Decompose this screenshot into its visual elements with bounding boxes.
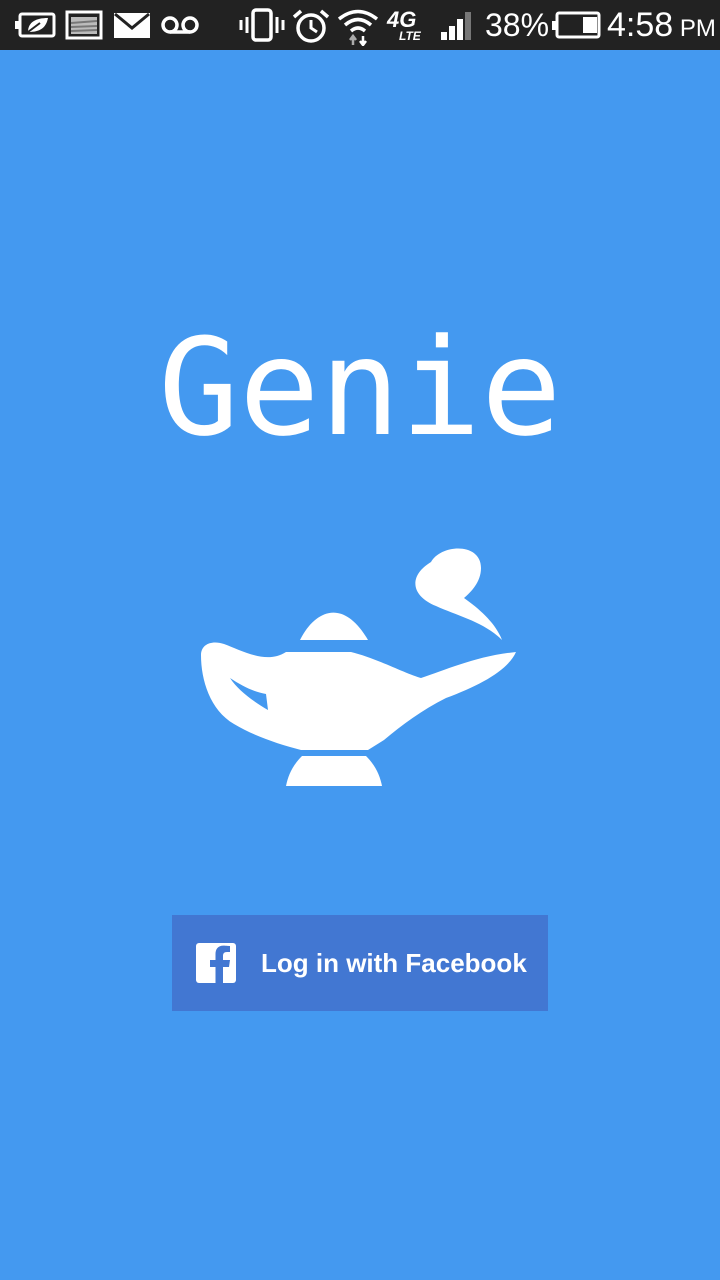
battery-saver-icon: [14, 8, 58, 42]
clock-ampm: PM: [673, 15, 716, 42]
status-bar: 4G LTE 38% 4:58 PM: [0, 0, 720, 50]
wifi-icon: [337, 8, 379, 46]
signal-icon: [440, 8, 476, 42]
facebook-icon: [196, 943, 236, 983]
app-title: Genie: [158, 310, 562, 466]
facebook-login-label: Log in with Facebook: [261, 948, 527, 978]
clock: 4:58 PM: [607, 6, 716, 48]
battery-percent: 38%: [485, 7, 550, 43]
voicemail-icon: [160, 8, 202, 42]
clock-time: 4:58: [607, 6, 674, 44]
image-icon: [65, 8, 103, 42]
network-4g-lte-icon: 4G LTE: [387, 8, 427, 43]
magic-lamp-icon: [196, 540, 526, 790]
mail-icon: [112, 8, 152, 42]
facebook-login-button[interactable]: Log in with Facebook: [172, 915, 548, 1011]
vibrate-icon: [239, 8, 285, 42]
battery-icon: [551, 8, 601, 42]
clock-ampm-label: PM: [679, 15, 716, 42]
network-sub-label: LTE: [399, 29, 421, 43]
alarm-icon: [291, 8, 331, 43]
